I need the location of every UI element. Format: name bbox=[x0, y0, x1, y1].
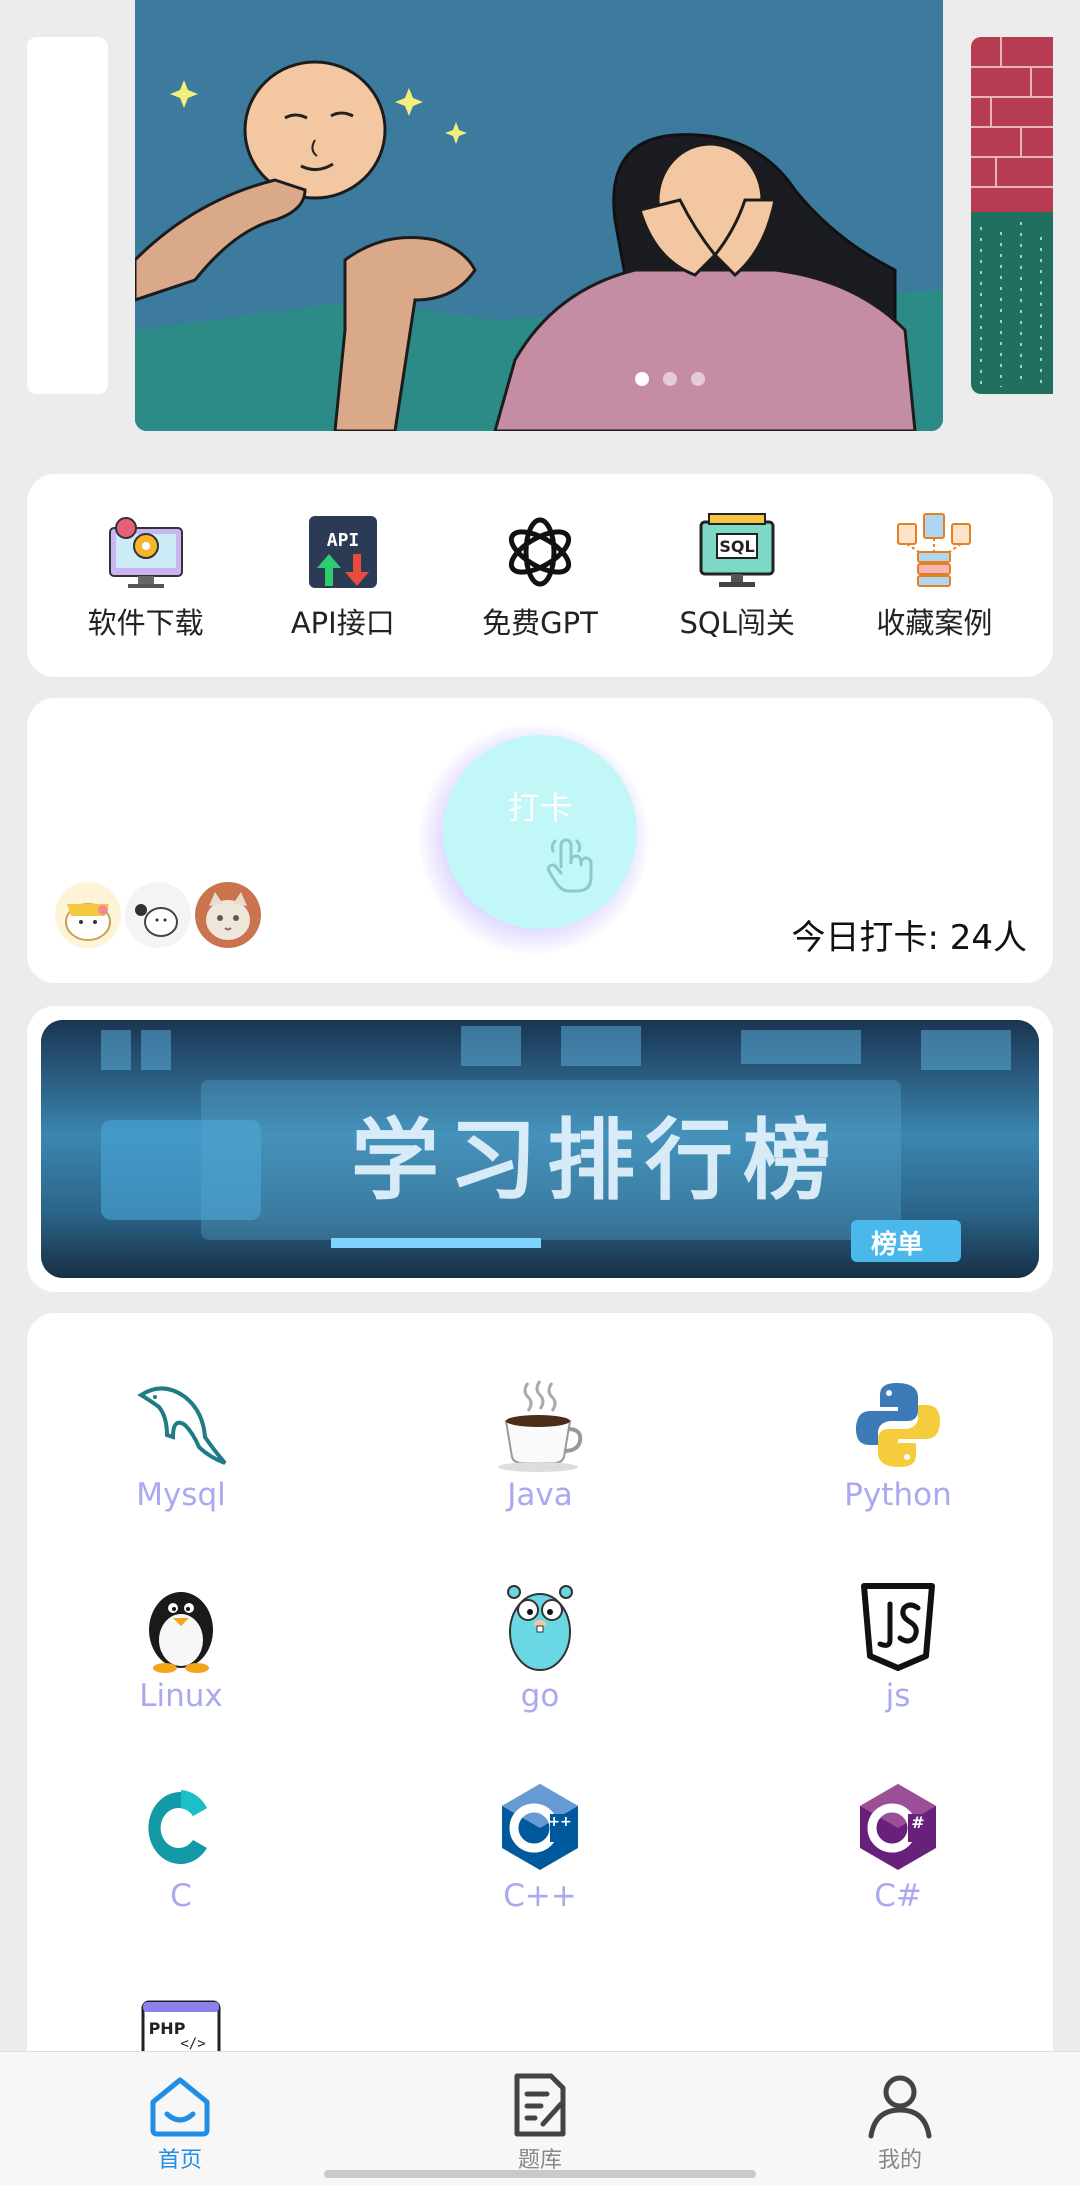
lang-item-python[interactable]: Python bbox=[788, 1377, 1008, 1513]
avatar[interactable] bbox=[55, 882, 121, 948]
tab-label: 我的 bbox=[877, 2148, 922, 2173]
carousel-slide-next[interactable] bbox=[971, 37, 1053, 394]
lang-label: js bbox=[885, 1678, 911, 1714]
tab-question-bank[interactable]: 题库 bbox=[360, 2052, 720, 2185]
carousel-dot[interactable] bbox=[691, 372, 705, 386]
openai-icon bbox=[498, 510, 582, 594]
go-gopher-icon bbox=[492, 1578, 588, 1674]
checkin-button-label: 打卡 bbox=[507, 789, 572, 827]
user-icon bbox=[868, 2075, 932, 2139]
checkin-card: 打卡 今日打卡: 24人 bbox=[27, 698, 1053, 983]
quick-item-sql[interactable]: SQL SQL闯关 bbox=[642, 510, 832, 642]
tab-profile[interactable]: 我的 bbox=[720, 2052, 1080, 2185]
quick-item-software-download[interactable]: 软件下载 bbox=[51, 510, 241, 642]
quick-item-api[interactable]: API API接口 bbox=[248, 510, 438, 642]
software-download-icon bbox=[104, 510, 188, 594]
tab-home[interactable]: 首页 bbox=[0, 2052, 360, 2185]
lang-item-java[interactable]: Java bbox=[430, 1377, 650, 1513]
svg-text:SQL: SQL bbox=[719, 537, 754, 556]
checkin-button[interactable]: 打卡 bbox=[443, 735, 637, 929]
question-bank-icon bbox=[514, 2073, 566, 2137]
mysql-dolphin-icon bbox=[133, 1377, 229, 1473]
quick-item-label: 软件下载 bbox=[87, 605, 204, 640]
js-shield-icon bbox=[850, 1578, 946, 1674]
lang-item-linux[interactable]: Linux bbox=[71, 1578, 291, 1714]
carousel-dot[interactable] bbox=[635, 372, 649, 386]
quick-item-free-gpt[interactable]: 免费GPT bbox=[445, 510, 635, 642]
leaderboard-title: 学习排行榜 bbox=[351, 1109, 842, 1212]
quick-item-label: 免费GPT bbox=[482, 605, 598, 640]
lang-item-js[interactable]: js bbox=[788, 1578, 1008, 1714]
carousel-dot[interactable] bbox=[663, 372, 677, 386]
carousel-slide-prev[interactable] bbox=[27, 37, 108, 394]
python-icon bbox=[850, 1377, 946, 1473]
home-indicator[interactable] bbox=[324, 2170, 756, 2178]
collection-icon bbox=[892, 510, 976, 594]
csharp-hexagon-icon: # bbox=[850, 1778, 946, 1874]
tab-label: 首页 bbox=[157, 2148, 202, 2173]
sql-icon: SQL bbox=[695, 510, 779, 594]
lang-label: C++ bbox=[503, 1878, 577, 1914]
quick-item-label: API接口 bbox=[290, 605, 395, 640]
quick-item-label: 收藏案例 bbox=[876, 605, 993, 640]
quick-item-collection[interactable]: 收藏案例 bbox=[839, 510, 1029, 642]
java-coffee-icon bbox=[492, 1377, 588, 1473]
lang-label: Linux bbox=[139, 1678, 223, 1714]
tap-hand-icon bbox=[547, 838, 593, 893]
leaderboard-card: 学习排行榜 榜单 bbox=[27, 1006, 1053, 1292]
banner-carousel[interactable] bbox=[0, 0, 1080, 450]
lang-item-cpp[interactable]: ++ C++ bbox=[430, 1778, 650, 1914]
lang-label: Mysql bbox=[136, 1477, 226, 1513]
lang-item-go[interactable]: go bbox=[430, 1578, 650, 1714]
lang-label: Java bbox=[507, 1477, 573, 1513]
svg-text:#: # bbox=[911, 1813, 924, 1832]
quick-menu: 软件下载 API API接口 免费GPT SQL SQL闯关 收藏案例 bbox=[27, 474, 1053, 677]
svg-text:++: ++ bbox=[548, 1814, 571, 1830]
home-icon bbox=[150, 2077, 210, 2137]
cpp-hexagon-icon: ++ bbox=[492, 1778, 588, 1874]
api-icon: API bbox=[301, 510, 385, 594]
quick-item-label: SQL闯关 bbox=[679, 605, 795, 640]
checkin-avatars bbox=[55, 882, 261, 948]
carousel-slide-current[interactable] bbox=[135, 0, 943, 431]
c-language-icon bbox=[133, 1778, 229, 1874]
svg-text:API: API bbox=[327, 530, 360, 551]
lang-item-c[interactable]: C bbox=[71, 1778, 291, 1914]
avatar[interactable] bbox=[195, 882, 261, 948]
svg-text:</>: </> bbox=[180, 2036, 205, 2052]
illustration-image bbox=[135, 0, 943, 431]
lang-item-csharp[interactable]: # C# bbox=[788, 1778, 1008, 1914]
lang-item-mysql[interactable]: Mysql bbox=[71, 1377, 291, 1513]
lang-label: C# bbox=[874, 1878, 922, 1914]
leaderboard-banner[interactable]: 学习排行榜 榜单 bbox=[41, 1020, 1039, 1278]
leaderboard-badge: 榜单 bbox=[871, 1230, 924, 1260]
lang-label: go bbox=[520, 1678, 560, 1714]
bottom-tab-bar: 首页 题库 我的 bbox=[0, 2051, 1080, 2185]
brick-wall-image bbox=[971, 37, 1053, 394]
linux-penguin-icon bbox=[133, 1578, 229, 1674]
carousel-dots[interactable] bbox=[635, 372, 705, 386]
lang-label: C bbox=[170, 1878, 192, 1914]
lang-label: Python bbox=[844, 1477, 952, 1513]
avatar[interactable] bbox=[125, 882, 191, 948]
checkin-count: 今日打卡: 24人 bbox=[791, 918, 1027, 958]
